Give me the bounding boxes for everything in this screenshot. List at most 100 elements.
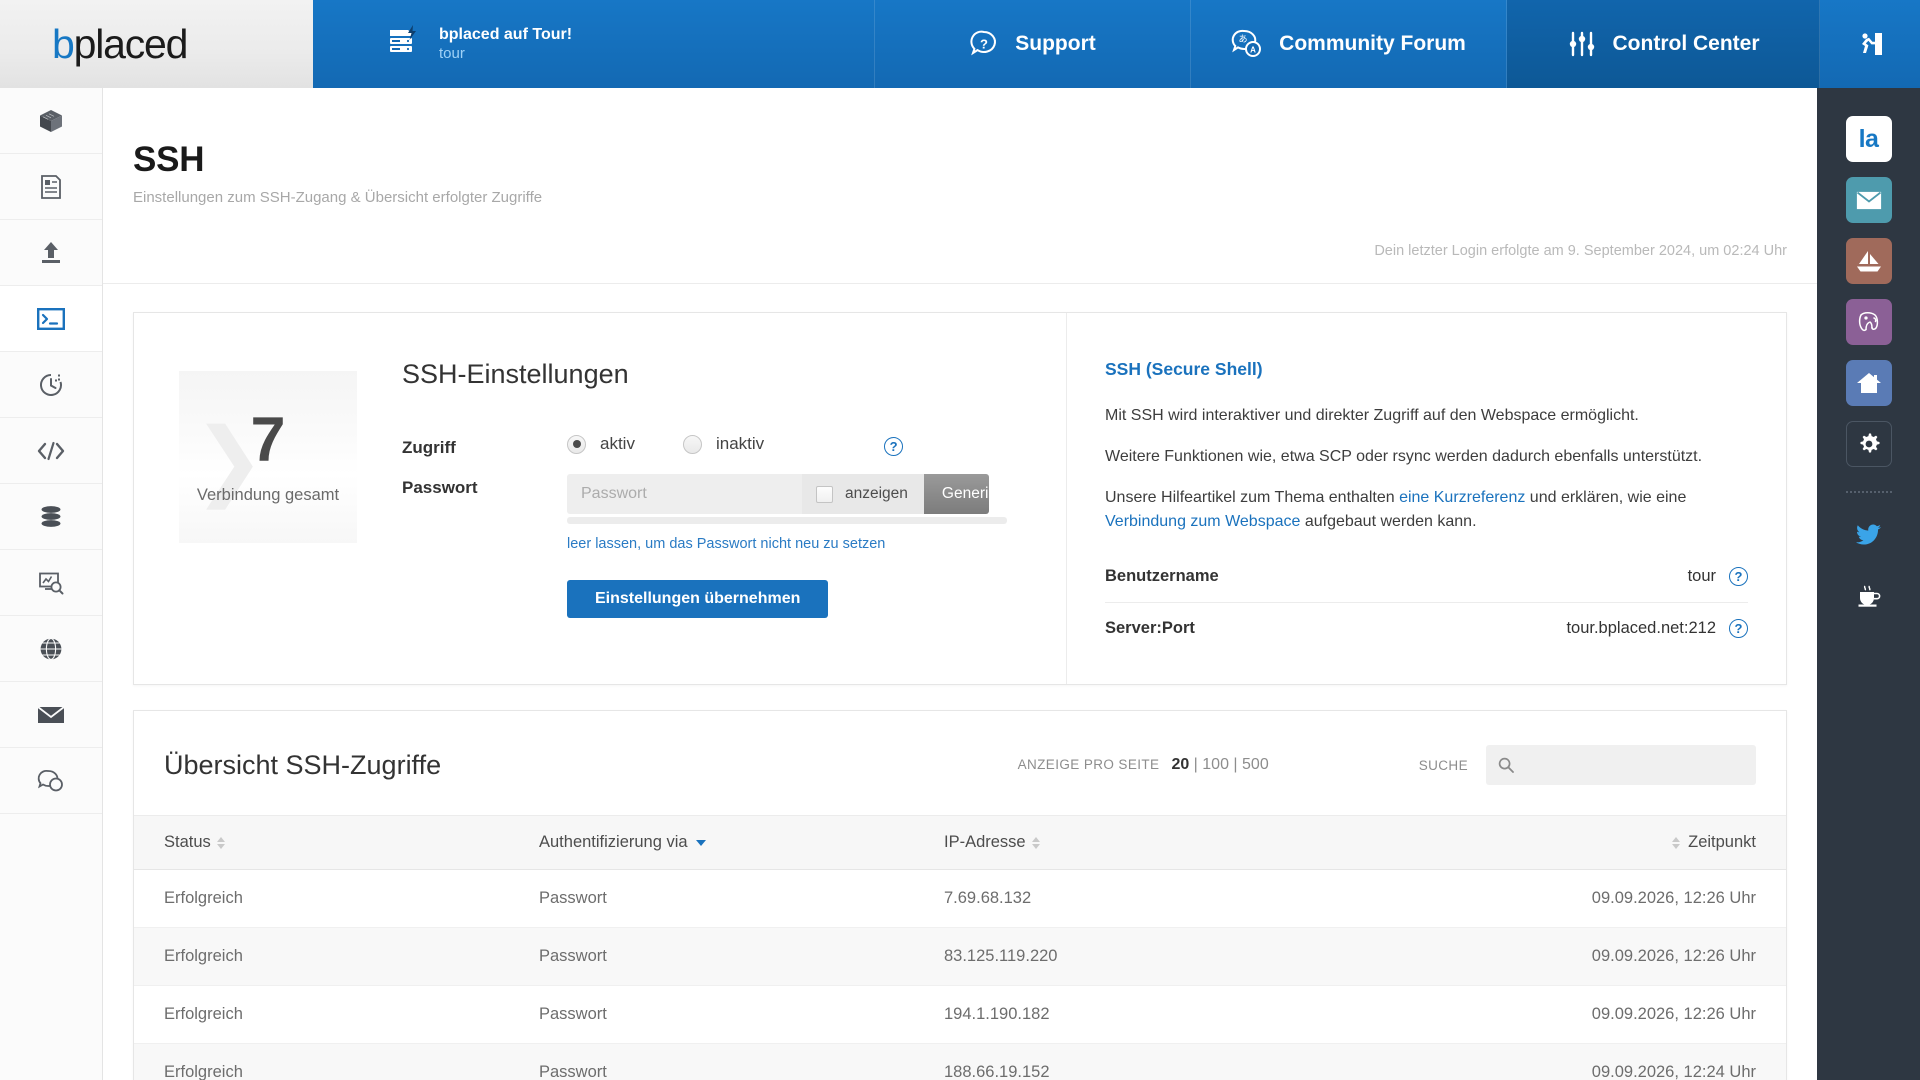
server-lightning-icon [385,24,425,64]
info-row-username: Benutzername tour ? [1105,551,1748,604]
info-value-group-username: tour ? [1687,567,1748,587]
info-key-username: Benutzername [1105,567,1219,586]
help-circle-icon[interactable]: ? [1729,567,1748,587]
nav-item-tour[interactable]: bplaced auf Tour! tour [313,0,875,88]
table-toolbar: Übersicht SSH-Zugriffe ANZEIGE PRO SEITE… [134,711,1786,815]
sidebar-divider [1845,491,1892,493]
column-header-auth[interactable]: Authentifizierung via [539,815,944,871]
ssh-settings-card: ❯ 7 Verbindung gesamt SSH-Einstellungen … [133,312,1787,686]
logo-rest: placed [73,20,189,67]
password-strength-meter [567,517,1007,524]
password-label: Passwort [402,478,478,497]
search-box[interactable] [1486,745,1756,786]
password-controls: anzeigen Generieren leer lassen, um das … [567,474,1007,618]
nav-item-control-center[interactable]: Control Center [1507,0,1820,88]
sliders-icon [1567,30,1597,58]
password-input-group: anzeigen Generieren [567,474,989,514]
info-p3-part-c: aufgebaut werden kann. [1300,513,1477,531]
upload-icon [39,240,63,266]
column-label-status: Status [164,833,211,852]
cube-icon [38,108,64,134]
show-password-label: anzeigen [845,485,908,502]
tile-homepage[interactable] [1845,360,1892,406]
sidebar-item-support[interactable] [0,748,102,814]
access-row: Zugriff aktiv inaktiv ? [402,434,1066,458]
sidebar-item-webspace[interactable] [0,88,102,154]
link-kurzreferenz[interactable]: eine Kurzreferenz [1399,489,1525,506]
column-header-ip[interactable]: IP-Adresse [944,815,1554,871]
info-value-username: tour [1687,567,1716,586]
cell-auth: Passwort [539,985,944,1045]
table-row[interactable]: Erfolgreich Passwort 7.69.68.132 09.09.2… [134,869,1786,929]
generate-password-button[interactable]: Generieren [923,474,989,514]
tile-donate[interactable] [1846,573,1892,619]
qa-bubble-icon: あ A [1231,29,1263,59]
sidebar-item-code[interactable] [0,418,102,484]
apply-settings-button[interactable]: Einstellungen übernehmen [567,580,829,618]
sidebar-item-news[interactable] [0,154,102,220]
radio-aktiv-label: aktiv [600,434,635,453]
nav-item-community-forum[interactable]: あ A Community Forum [1191,0,1507,88]
tile-adminer[interactable] [1845,238,1892,284]
logout-button[interactable] [1820,0,1920,88]
per-page-option-100[interactable]: 100 [1202,756,1229,773]
sidebar-item-domains[interactable] [0,616,102,682]
column-header-time[interactable]: Zeitpunkt [1554,815,1786,871]
app-root: bplaced bplaced auf Tour! tour ? Support… [0,0,1920,1080]
sidebar-item-upload[interactable] [0,220,102,286]
twitter-bird-icon [1855,524,1882,546]
stat-value: 7 [250,405,286,475]
table-row[interactable]: Erfolgreich Passwort 188.66.19.152 09.09… [134,1043,1786,1080]
info-paragraph-1: Mit SSH wird interaktiver und direkter Z… [1105,407,1639,424]
access-radio-group: aktiv inaktiv [567,434,812,454]
table-row[interactable]: Erfolgreich Passwort 83.125.119.220 09.0… [134,927,1786,987]
sidebar-item-statistics[interactable] [0,550,102,616]
tile-la[interactable]: la [1845,116,1892,162]
per-page-option-500[interactable]: 500 [1242,756,1269,773]
password-input[interactable] [567,474,802,514]
ssh-info-panel: SSH (Secure Shell) Mit SSH wird interakt… [1066,313,1786,685]
brand-logo[interactable]: bplaced [0,0,313,88]
column-header-status[interactable]: Status [134,815,539,871]
sidebar-item-cronjobs[interactable] [0,352,102,418]
coffee-cup-icon [1856,584,1882,608]
link-verbindung-webspace[interactable]: Verbindung zum Webspace [1105,513,1300,530]
info-row-serverport: Server:Port tour.bplaced.net:212 ? [1105,603,1748,654]
nav-item-support[interactable]: ? Support [875,0,1191,88]
show-password-toggle[interactable]: anzeigen [802,474,924,514]
info-value-serverport: tour.bplaced.net:212 [1566,619,1716,638]
sidebar-item-mail[interactable] [0,682,102,748]
gear-icon [1857,432,1881,456]
sidebar-item-database[interactable] [0,484,102,550]
table-row[interactable]: Erfolgreich Passwort 194.1.190.182 09.09… [134,985,1786,1045]
table-header-row: Status Authentifizierung via IP-Adresse … [134,815,1786,871]
sort-arrows-icon [216,836,225,849]
stat-column: ❯ 7 Verbindung gesamt [134,313,402,684]
tour-title: bplaced auf Tour! [439,25,573,43]
search-input[interactable] [1524,756,1744,774]
tile-settings[interactable] [1845,421,1892,467]
password-hint: leer lassen, um das Passwort nicht neu z… [567,536,886,552]
per-page-control: ANZEIGE PRO SEITE 20 | 100 | 500 [1018,756,1269,774]
per-page-options: 20 | 100 | 500 [1171,756,1269,774]
monitor-search-icon [38,571,64,595]
sidebar-item-ssh[interactable] [0,286,102,352]
nav-label-support: Support [1015,32,1096,55]
tile-postgres[interactable] [1845,299,1892,345]
tile-webmail[interactable] [1845,177,1892,223]
cell-ip: 188.66.19.152 [944,1043,1554,1080]
tile-twitter[interactable] [1846,512,1892,558]
help-circle-icon[interactable]: ? [884,437,904,456]
radio-inaktiv[interactable] [682,434,702,454]
show-password-checkbox[interactable] [816,485,833,503]
document-icon [39,174,63,200]
radio-aktiv[interactable] [567,434,586,454]
info-p3-part-b: und erklären, wie eine [1525,488,1687,506]
nav-label-control-center: Control Center [1612,32,1760,55]
column-label-ip: IP-Adresse [944,833,1026,852]
cell-auth: Passwort [539,1043,944,1080]
info-p3-part-a: Unsere Hilfeartikel zum Thema enthalten [1105,488,1400,506]
help-circle-icon[interactable]: ? [1729,619,1748,639]
per-page-option-20[interactable]: 20 [1171,756,1189,773]
settings-title: SSH-Einstellungen [402,359,629,389]
